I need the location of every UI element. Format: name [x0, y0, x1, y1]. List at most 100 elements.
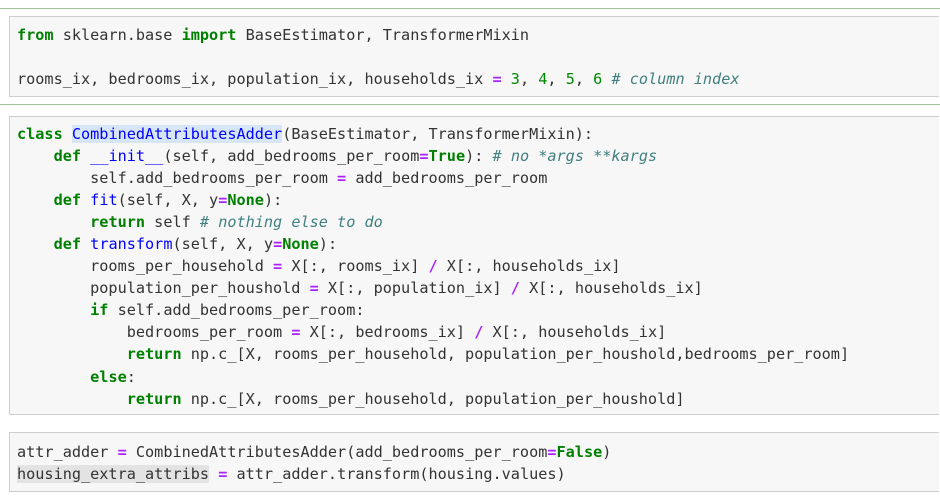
keyword-token: else	[90, 368, 127, 386]
code-editor-3[interactable]: attr_adder = CombinedAttributesAdder(add…	[9, 432, 939, 492]
operator-token: =	[218, 465, 228, 483]
code-line: def __init__(self, add_bedrooms_per_room…	[17, 145, 658, 167]
code-token: np.c_[X, rooms_per_household, population…	[181, 345, 850, 363]
code-line: population_per_houshold = X[:, populatio…	[17, 277, 703, 299]
selected-text: housing_extra_attribs	[17, 465, 210, 483]
code-token: ):	[465, 147, 493, 165]
code-token: )	[602, 443, 612, 461]
code-line: return np.c_[X, rooms_per_household, pop…	[17, 343, 849, 365]
keyword-token: def	[53, 147, 82, 165]
code-token: (self, X, y	[172, 235, 274, 253]
code-line: from sklearn.base import BaseEstimator, …	[17, 24, 529, 46]
number-token: 6	[593, 70, 603, 88]
code-line: rooms_ix, bedrooms_ix, population_ix, ho…	[17, 68, 739, 90]
cell-top-border	[0, 104, 940, 105]
function-name-token: transform	[90, 235, 173, 253]
number-token: 5	[565, 70, 575, 88]
keyword-token: from	[17, 26, 54, 44]
comment-token: # nothing else to do	[199, 213, 383, 231]
code-line: def fit(self, X, y=None):	[17, 189, 283, 211]
code-token: CombinedAttributesAdder(add_bedrooms_per…	[126, 443, 548, 461]
operator-token: =	[273, 235, 283, 253]
code-token: (self, X, y	[117, 191, 219, 209]
code-token: ,	[547, 70, 566, 88]
code-cell-3[interactable]: attr_adder = CombinedAttributesAdder(add…	[0, 420, 939, 498]
code-line: housing_extra_attribs = attr_adder.trans…	[17, 463, 566, 485]
operator-token: =	[547, 443, 557, 461]
code-token: X[:, bedrooms_ix]	[300, 323, 475, 341]
comment-token: # no *args **kargs	[492, 147, 658, 165]
operator-token: =	[492, 70, 502, 88]
code-line: return self # nothing else to do	[17, 211, 383, 233]
operator-token: =	[337, 169, 347, 187]
code-cell-1[interactable]: from sklearn.base import BaseEstimator, …	[0, 0, 940, 100]
code-token: :	[126, 368, 136, 386]
keyword-token: def	[53, 191, 82, 209]
code-token: (self, add_bedrooms_per_room	[163, 147, 420, 165]
code-token: add_bedrooms_per_room	[346, 169, 548, 187]
code-token: X[:, households_ix]	[437, 257, 621, 275]
code-token: self.add_bedrooms_per_room:	[108, 301, 365, 319]
code-token: BaseEstimator, TransformerMixin	[236, 26, 530, 44]
code-token: X[:, population_ix]	[318, 279, 511, 297]
code-token: self	[145, 213, 200, 231]
code-token: ,	[519, 70, 539, 88]
keyword-token: return	[90, 213, 146, 231]
cell-top-border	[0, 8, 940, 9]
keyword-token: return	[126, 345, 182, 363]
code-token: rooms_per_household	[17, 257, 274, 275]
code-token: X[:, rooms_ix]	[282, 257, 429, 275]
code-editor-1[interactable]: from sklearn.base import BaseEstimator, …	[9, 16, 939, 97]
code-line: rooms_per_household = X[:, rooms_ix] / X…	[17, 255, 621, 277]
keyword-token: def	[53, 235, 82, 253]
code-token: np.c_[X, rooms_per_household, population…	[181, 390, 685, 408]
class-name-token: CombinedAttributesAdder	[71, 125, 283, 143]
code-token: attr_adder.transform(housing.values)	[227, 465, 566, 483]
code-token: self.add_bedrooms_per_room	[17, 169, 338, 187]
code-token: ):	[318, 235, 338, 253]
code-line: def transform(self, X, y=None):	[17, 233, 338, 255]
operator-token: =	[419, 147, 429, 165]
code-token: attr_adder	[17, 443, 118, 461]
code-line: self.add_bedrooms_per_room = add_bedroom…	[17, 167, 547, 189]
keyword-token: if	[90, 301, 109, 319]
code-line: attr_adder = CombinedAttributesAdder(add…	[17, 441, 611, 463]
operator-token: =	[117, 443, 127, 461]
keyword-token: True	[428, 147, 466, 165]
code-token: sklearn.base	[53, 26, 182, 44]
code-line: else:	[17, 366, 136, 388]
code-line: bedrooms_per_room = X[:, bedrooms_ix] / …	[17, 321, 667, 343]
code-token: X[:, households_ix]	[483, 323, 667, 341]
code-token: population_per_houshold	[17, 279, 310, 297]
code-cell-2[interactable]: class CombinedAttributesAdder(BaseEstima…	[0, 100, 940, 420]
code-token: (BaseEstimator, TransformerMixin):	[282, 125, 594, 143]
keyword-token: False	[556, 443, 603, 461]
code-token: ):	[263, 191, 283, 209]
keyword-token: import	[181, 26, 237, 44]
operator-token: /	[428, 257, 438, 275]
code-line: return np.c_[X, rooms_per_household, pop…	[17, 388, 685, 410]
comment-token: # column index	[611, 70, 740, 88]
function-name-token: fit	[90, 191, 118, 209]
operator-token: =	[218, 191, 228, 209]
keyword-token: None	[282, 235, 319, 253]
code-editor-2[interactable]: class CombinedAttributesAdder(BaseEstima…	[9, 116, 939, 415]
code-token: bedrooms_per_room	[17, 323, 292, 341]
operator-token: /	[474, 323, 484, 341]
code-token: X[:, households_ix]	[519, 279, 703, 297]
keyword-token: return	[126, 390, 182, 408]
operator-token: =	[309, 279, 319, 297]
